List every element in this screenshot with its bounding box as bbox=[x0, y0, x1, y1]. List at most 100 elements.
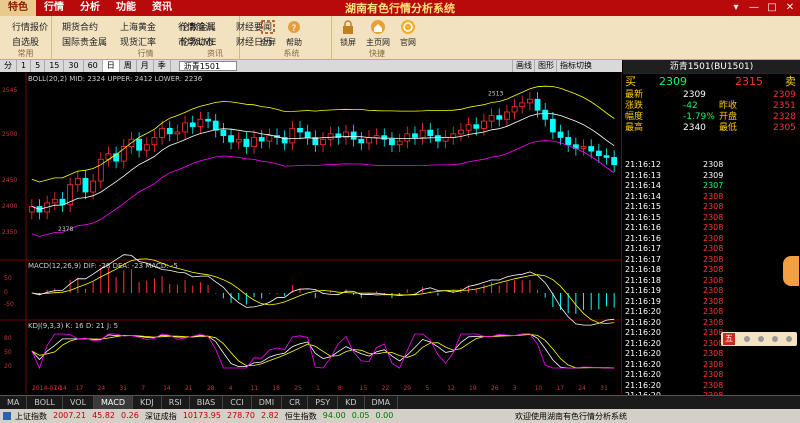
tab-dmi[interactable]: DMI bbox=[252, 395, 283, 410]
tab-ma[interactable]: MA bbox=[0, 395, 28, 410]
macd-y-label: 50 bbox=[4, 275, 12, 282]
tick-time: 21:16:20 bbox=[625, 338, 661, 348]
ribbon-item-futures[interactable]: 期货合约 bbox=[62, 20, 98, 33]
candle-body bbox=[189, 122, 196, 127]
period-minute[interactable]: 分 bbox=[0, 60, 17, 72]
tab-kd[interactable]: KD bbox=[338, 395, 365, 410]
x-tick-label: 17 bbox=[556, 385, 564, 392]
period-1min[interactable]: 1 bbox=[17, 60, 32, 72]
chat-widget[interactable]: 五 bbox=[721, 332, 797, 346]
tab-psy[interactable]: PSY bbox=[308, 395, 339, 410]
menu-functions[interactable]: 功能 bbox=[108, 0, 144, 16]
tab-cci[interactable]: CCI bbox=[223, 395, 252, 410]
menu-news[interactable]: 资讯 bbox=[144, 0, 180, 16]
period-60min[interactable]: 60 bbox=[84, 60, 103, 72]
ribbon-item-quote-list[interactable]: 行情报价 bbox=[12, 20, 48, 33]
draw-line-button[interactable]: 画线 bbox=[512, 60, 535, 72]
kline-chart[interactable]: BOLL(20,2) MID: 2324 UPPER: 2412 LOWER: … bbox=[0, 72, 622, 394]
tick-row: 21:16:16 2308 bbox=[623, 234, 800, 245]
website-button[interactable]: 官网 bbox=[394, 19, 422, 48]
status-item: 上证指数 bbox=[15, 411, 47, 421]
tick-price: 2308 bbox=[703, 286, 724, 295]
candle-body bbox=[51, 198, 58, 204]
x-tick-label: 24 bbox=[98, 385, 106, 392]
close-icon[interactable]: ✕ bbox=[784, 1, 796, 15]
x-tick-label: 24 bbox=[578, 385, 586, 392]
candle-body bbox=[266, 135, 273, 142]
tick-row: 21:16:20 2308 bbox=[623, 349, 800, 360]
status-item: 0.00 bbox=[375, 410, 394, 420]
period-month[interactable]: 月 bbox=[137, 60, 154, 72]
fullscreen-button[interactable]: 全屏 bbox=[254, 19, 282, 48]
candle-body bbox=[297, 127, 303, 133]
status-item: 2.82 bbox=[260, 410, 279, 420]
candle-body bbox=[381, 135, 388, 140]
ribbon-item-spot-fx[interactable]: 现货汇率 bbox=[120, 35, 156, 48]
ribbon-item-shanghai-gold[interactable]: 上海黄金 bbox=[120, 20, 156, 33]
period-30min[interactable]: 30 bbox=[64, 60, 84, 72]
candle-body bbox=[205, 118, 211, 122]
sell-label: 卖 bbox=[785, 75, 796, 88]
ribbon-group-label: 快捷 bbox=[369, 49, 385, 58]
candle-body bbox=[412, 133, 418, 138]
period-15min[interactable]: 15 bbox=[45, 60, 65, 72]
candle-body bbox=[481, 120, 487, 129]
candle-body bbox=[143, 144, 150, 151]
period-week[interactable]: 周 bbox=[120, 60, 137, 72]
contract-code-input[interactable]: 沥青1501 bbox=[178, 61, 237, 71]
candle-body bbox=[159, 127, 165, 138]
candle-body bbox=[435, 135, 441, 142]
bid-ask-row: 买 2309 2315 卖 bbox=[623, 74, 800, 90]
status-item: 10173.95 bbox=[182, 410, 221, 420]
home-button[interactable]: 主页网 bbox=[364, 19, 392, 48]
x-tick-label: 8 bbox=[338, 385, 342, 392]
ribbon-group-common: 行情报价 自选股 常用 bbox=[0, 16, 52, 60]
ribbon-item-watchlist[interactable]: 自选股 bbox=[12, 35, 39, 48]
tick-row: 21:16:20 2308 bbox=[623, 307, 800, 318]
ribbon-item-precious-metals[interactable]: 国际贵金属 bbox=[62, 35, 107, 48]
tab-kdj[interactable]: KDJ bbox=[133, 395, 162, 410]
minimize-icon[interactable]: — bbox=[748, 1, 760, 15]
tab-macd[interactable]: MACD bbox=[94, 395, 134, 410]
menu-featured[interactable]: 特色 bbox=[0, 0, 36, 16]
tick-price: 2308 bbox=[703, 244, 724, 253]
menu-quotes[interactable]: 行情 bbox=[36, 0, 72, 16]
period-5min[interactable]: 5 bbox=[31, 60, 46, 72]
tick-time: 21:16:12 bbox=[625, 160, 661, 169]
tab-boll[interactable]: BOLL bbox=[27, 395, 63, 410]
quote-row: 最高 2340 最低 2305 bbox=[623, 123, 800, 134]
kdj-y-label: 80 bbox=[4, 335, 12, 342]
kdj-y-label: 20 bbox=[4, 363, 12, 370]
quote-label: 开盘 bbox=[719, 112, 738, 122]
candle-body bbox=[258, 137, 265, 142]
indicator-switch-button[interactable]: 指标切换 bbox=[556, 60, 595, 72]
ribbon-item-brief[interactable]: 行情简讯 bbox=[178, 20, 214, 33]
maximize-icon[interactable]: □ bbox=[766, 1, 778, 15]
quote-value: -42 bbox=[683, 101, 698, 111]
period-quarter[interactable]: 季 bbox=[154, 60, 171, 72]
candle-body bbox=[373, 135, 380, 138]
help-button[interactable]: ? 帮助 bbox=[280, 19, 308, 48]
candle-body bbox=[611, 157, 618, 166]
graphic-button[interactable]: 图形 bbox=[534, 60, 557, 72]
tick-price: 2308 bbox=[703, 296, 724, 306]
status-item: 2007.21 bbox=[53, 410, 87, 420]
dropdown-icon[interactable]: ▾ bbox=[730, 1, 742, 15]
tab-cr[interactable]: CR bbox=[282, 395, 309, 410]
tick-price: 2308 bbox=[703, 212, 724, 222]
tab-dma[interactable]: DMA bbox=[365, 395, 399, 410]
menu-analysis[interactable]: 分析 bbox=[72, 0, 108, 16]
kdj-legend: KDJ(9,3,3) K: 16 D: 21 J: 5 bbox=[28, 322, 118, 330]
x-tick-label: 26 bbox=[491, 385, 499, 392]
macd-legend: MACD(12,26,9) DIF: -28 DEA: -23 MACD: -5 bbox=[28, 262, 178, 270]
lock-button[interactable]: 锁屏 bbox=[334, 19, 362, 48]
candle-body bbox=[320, 138, 326, 146]
period-day[interactable]: 日 bbox=[102, 60, 120, 72]
ribbon-item-market-dynamics[interactable]: 市场动态 bbox=[178, 35, 214, 48]
tab-rsi[interactable]: RSI bbox=[162, 395, 190, 410]
side-float-icon[interactable] bbox=[783, 256, 799, 286]
tab-bias[interactable]: BIAS bbox=[190, 395, 224, 410]
tab-vol[interactable]: VOL bbox=[63, 395, 95, 410]
tick-row: 21:16:20 2308 bbox=[623, 360, 800, 371]
status-message: 欢迎使用湖南有色行情分析系统 bbox=[515, 411, 627, 421]
